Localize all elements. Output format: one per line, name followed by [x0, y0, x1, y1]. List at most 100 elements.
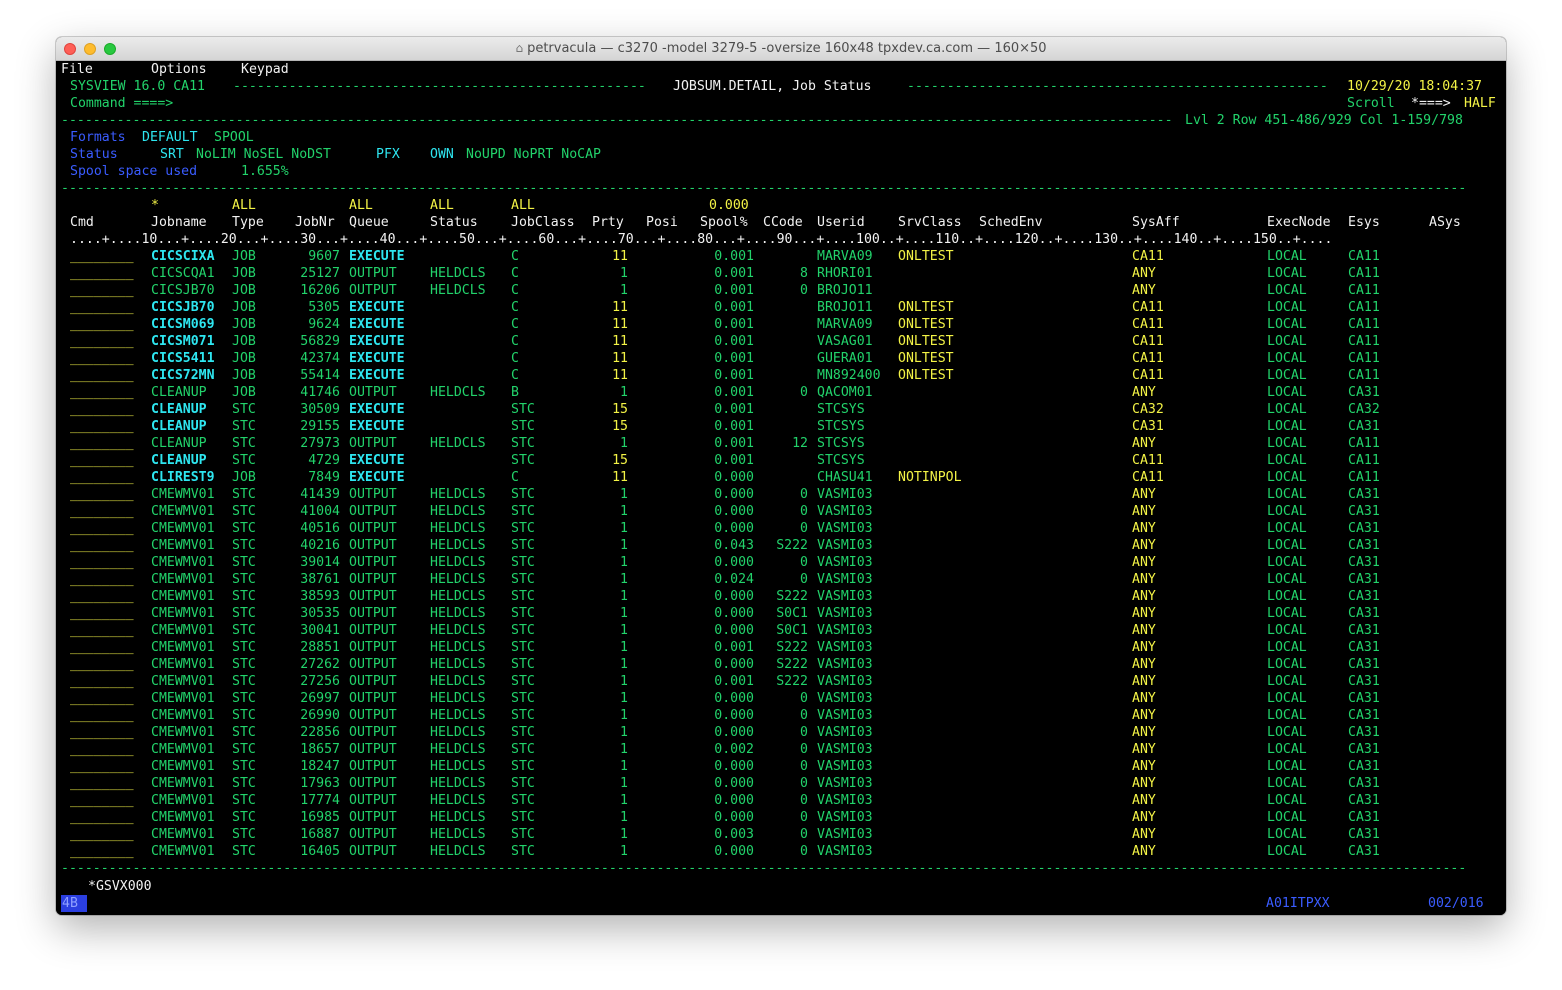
menu-options[interactable]: Options — [151, 61, 207, 78]
cell-cmd[interactable]: ________ — [70, 333, 134, 350]
cell-cmd[interactable]: ________ — [70, 588, 134, 605]
table-row[interactable]: ________ CMEWMV01 STC 27262 OUTPUT HELDCLS STC… — [56, 656, 1506, 673]
col-jobclass[interactable]: JobClass — [511, 214, 575, 231]
table-row[interactable]: ________ CMEWMV01 STC 18247 OUTPUT HELDCLS STC… — [56, 758, 1506, 775]
col-esys[interactable]: Esys — [1348, 214, 1380, 231]
status-own[interactable]: OWN — [430, 146, 454, 163]
col-ccode[interactable]: CCode — [763, 214, 803, 231]
cell-cmd[interactable]: ________ — [70, 843, 134, 860]
terminal-screen[interactable]: File Options Keypad SYSVIEW 16.0 CA11 --… — [56, 61, 1506, 915]
col-spool[interactable]: Spool% — [700, 214, 748, 231]
cell-cmd[interactable]: ________ — [70, 248, 134, 265]
col-srvclass[interactable]: SrvClass — [898, 214, 962, 231]
col-sysaff[interactable]: SysAff — [1132, 214, 1180, 231]
cell-cmd[interactable]: ________ — [70, 690, 134, 707]
table-row[interactable]: ________ CICSM071 JOB 56829 EXECUTE C 11 0.001 V… — [56, 333, 1506, 350]
col-status[interactable]: Status — [430, 214, 478, 231]
cell-cmd[interactable]: ________ — [70, 571, 134, 588]
col-execnode[interactable]: ExecNode — [1267, 214, 1331, 231]
cell-cmd[interactable]: ________ — [70, 809, 134, 826]
table-row[interactable]: ________ CMEWMV01 STC 16985 OUTPUT HELDCLS STC… — [56, 809, 1506, 826]
cell-cmd[interactable]: ________ — [70, 520, 134, 537]
table-row[interactable]: ________ CICS5411 JOB 42374 EXECUTE C 11 0.001 G… — [56, 350, 1506, 367]
cell-cmd[interactable]: ________ — [70, 316, 134, 333]
table-row[interactable]: ________ CICSM069 JOB 9624 EXECUTE C 11 0.001 MA… — [56, 316, 1506, 333]
table-row[interactable]: ________ CMEWMV01 STC 22856 OUTPUT HELDCLS STC… — [56, 724, 1506, 741]
table-row[interactable]: ________ CMEWMV01 STC 40216 OUTPUT HELDCLS STC… — [56, 537, 1506, 554]
col-queue[interactable]: Queue — [349, 214, 389, 231]
col-type[interactable]: Type — [232, 214, 264, 231]
table-row[interactable]: ________ CMEWMV01 STC 26997 OUTPUT HELDCLS STC… — [56, 690, 1506, 707]
command-input[interactable] — [196, 95, 1196, 112]
formats-spool[interactable]: SPOOL — [214, 129, 254, 146]
cell-cmd[interactable]: ________ — [70, 265, 134, 282]
col-cmd[interactable]: Cmd — [70, 214, 94, 231]
table-row[interactable]: ________ CMEWMV01 STC 30041 OUTPUT HELDCLS STC… — [56, 622, 1506, 639]
cell-cmd[interactable]: ________ — [70, 639, 134, 656]
filter-spool[interactable]: 0.000 — [709, 197, 749, 214]
table-row[interactable]: ________ CMEWMV01 STC 38761 OUTPUT HELDCLS STC… — [56, 571, 1506, 588]
cell-cmd[interactable]: ________ — [70, 554, 134, 571]
table-row[interactable]: ________ CICSCIXA JOB 9607 EXECUTE C 11 0.001 MA… — [56, 248, 1506, 265]
table-row[interactable]: ________ CMEWMV01 STC 38593 OUTPUT HELDCLS STC… — [56, 588, 1506, 605]
scroll-value-input[interactable]: HALF — [1464, 95, 1496, 112]
table-row[interactable]: ________ CLEANUP JOB 41746 OUTPUT HELDCLS B 1 0.… — [56, 384, 1506, 401]
table-row[interactable]: ________ CICSJB70 JOB 5305 EXECUTE C 11 0.001 BR… — [56, 299, 1506, 316]
table-row[interactable]: ________ CMEWMV01 STC 17963 OUTPUT HELDCLS STC… — [56, 775, 1506, 792]
filter-jobname[interactable]: * — [151, 197, 159, 214]
col-userid[interactable]: Userid — [817, 214, 865, 231]
table-row[interactable]: ________ CMEWMV01 STC 18657 OUTPUT HELDCLS STC… — [56, 741, 1506, 758]
col-asys[interactable]: ASys — [1429, 214, 1461, 231]
status-srt[interactable]: SRT — [160, 146, 184, 163]
formats-default[interactable]: DEFAULT — [142, 129, 198, 146]
cell-cmd[interactable]: ________ — [70, 401, 134, 418]
col-posi[interactable]: Posi — [646, 214, 678, 231]
table-row[interactable]: ________ CLEANUP STC 27973 OUTPUT HELDCLS STC 1… — [56, 435, 1506, 452]
table-row[interactable]: ________ CLEANUP STC 30509 EXECUTE STC 15 0.001… — [56, 401, 1506, 418]
table-row[interactable]: ________ CMEWMV01 STC 16405 OUTPUT HELDCLS STC… — [56, 843, 1506, 860]
cell-cmd[interactable]: ________ — [70, 707, 134, 724]
table-row[interactable]: ________ CMEWMV01 STC 41004 OUTPUT HELDCLS STC… — [56, 503, 1506, 520]
cell-cmd[interactable]: ________ — [70, 622, 134, 639]
cell-cmd[interactable]: ________ — [70, 469, 134, 486]
cell-cmd[interactable]: ________ — [70, 741, 134, 758]
table-row[interactable]: ________ CICSCQA1 JOB 25127 OUTPUT HELDCLS C 1 0… — [56, 265, 1506, 282]
cell-cmd[interactable]: ________ — [70, 792, 134, 809]
filter-status[interactable]: ALL — [430, 197, 454, 214]
cell-cmd[interactable]: ________ — [70, 299, 134, 316]
table-row[interactable]: ________ CMEWMV01 STC 28851 OUTPUT HELDCLS STC… — [56, 639, 1506, 656]
cell-cmd[interactable]: ________ — [70, 367, 134, 384]
table-row[interactable]: ________ CLIREST9 JOB 7849 EXECUTE C 11 0.000 CH… — [56, 469, 1506, 486]
col-jobnr[interactable]: JobNr — [295, 214, 335, 231]
cell-cmd[interactable]: ________ — [70, 350, 134, 367]
table-row[interactable]: ________ CICS72MN JOB 55414 EXECUTE C 11 0.001 M… — [56, 367, 1506, 384]
table-row[interactable]: ________ CLEANUP STC 29155 EXECUTE STC 15 0.001… — [56, 418, 1506, 435]
cell-cmd[interactable]: ________ — [70, 775, 134, 792]
table-row[interactable]: ________ CMEWMV01 STC 40516 OUTPUT HELDCLS STC… — [56, 520, 1506, 537]
table-row[interactable]: ________ CICSJB70 JOB 16206 OUTPUT HELDCLS C 1 0… — [56, 282, 1506, 299]
cell-cmd[interactable]: ________ — [70, 826, 134, 843]
cell-cmd[interactable]: ________ — [70, 605, 134, 622]
cell-cmd[interactable]: ________ — [70, 656, 134, 673]
table-row[interactable]: ________ CMEWMV01 STC 26990 OUTPUT HELDCLS STC… — [56, 707, 1506, 724]
cell-cmd[interactable]: ________ — [70, 486, 134, 503]
filter-queue[interactable]: ALL — [349, 197, 373, 214]
col-prty[interactable]: Prty — [592, 214, 624, 231]
cell-cmd[interactable]: ________ — [70, 724, 134, 741]
cell-cmd[interactable]: ________ — [70, 282, 134, 299]
table-row[interactable]: ________ CMEWMV01 STC 39014 OUTPUT HELDCLS STC… — [56, 554, 1506, 571]
cell-cmd[interactable]: ________ — [70, 673, 134, 690]
table-row[interactable]: ________ CMEWMV01 STC 17774 OUTPUT HELDCLS STC… — [56, 792, 1506, 809]
cell-cmd[interactable]: ________ — [70, 503, 134, 520]
filter-jobclass[interactable]: ALL — [511, 197, 535, 214]
table-row[interactable]: ________ CMEWMV01 STC 41439 OUTPUT HELDCLS STC… — [56, 486, 1506, 503]
col-jobname[interactable]: Jobname — [151, 214, 207, 231]
cell-cmd[interactable]: ________ — [70, 452, 134, 469]
filter-type[interactable]: ALL — [232, 197, 256, 214]
table-row[interactable]: ________ CMEWMV01 STC 30535 OUTPUT HELDCLS STC… — [56, 605, 1506, 622]
menu-keypad[interactable]: Keypad — [241, 61, 289, 78]
table-row[interactable]: ________ CMEWMV01 STC 27256 OUTPUT HELDCLS STC… — [56, 673, 1506, 690]
menu-file[interactable]: File — [61, 61, 93, 78]
table-row[interactable]: ________ CMEWMV01 STC 16887 OUTPUT HELDCLS STC… — [56, 826, 1506, 843]
cell-cmd[interactable]: ________ — [70, 384, 134, 401]
